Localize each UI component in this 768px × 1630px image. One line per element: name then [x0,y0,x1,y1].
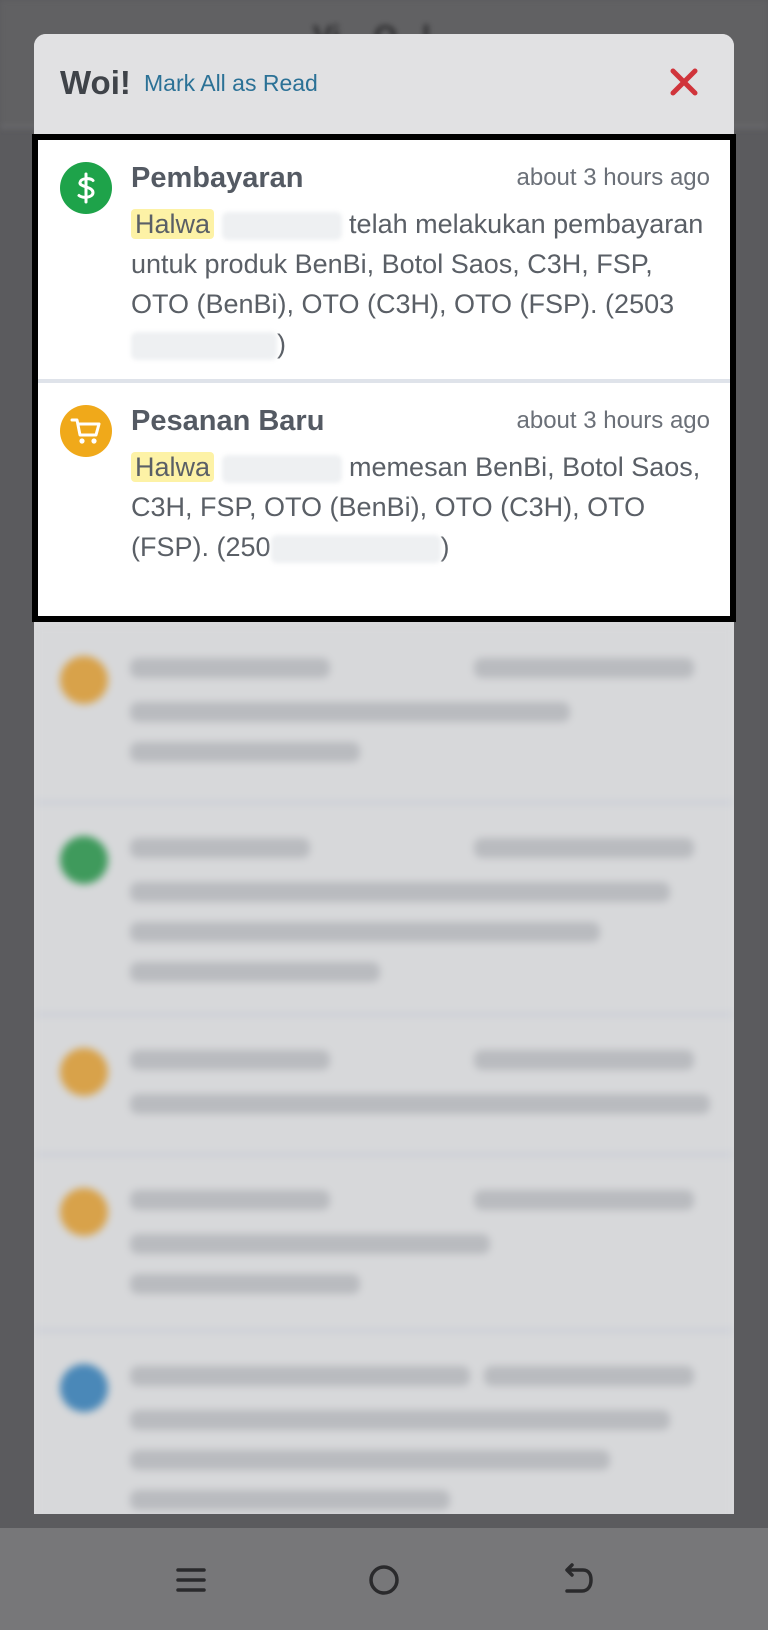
modal-title: Woi! [60,64,131,101]
customer-name-highlight: Halwa [131,209,215,239]
back-button[interactable] [555,1558,599,1602]
highlighted-notifications: Pembayaran about 3 hours ago Halwa telah… [32,134,736,622]
notification-item-new-order[interactable]: Pesanan Baru about 3 hours ago Halwa mem… [38,383,730,616]
list-item[interactable] [34,1016,734,1156]
recent-apps-button[interactable] [170,1558,214,1602]
redacted-name [221,454,342,483]
cart-icon [60,1188,108,1236]
notification-text-end: ) [440,532,450,562]
notification-body: Halwa memesan BenBi, Botol Saos, C3H, FS… [131,447,711,567]
notification-text: telah melakukan pembayaran untuk produk … [131,209,704,319]
system-navigation-bar [0,1528,768,1630]
blurred-notification-list [34,624,734,1514]
back-icon [565,1563,593,1593]
home-circle-icon [369,1565,399,1595]
list-item[interactable] [34,624,734,804]
list-item[interactable] [34,804,734,1016]
dollar-icon [60,162,112,214]
modal-header: Woi! Mark All as Read [34,34,734,134]
redacted-order-id [270,534,441,563]
notification-time: about 3 hours ago [516,164,711,191]
cart-icon [60,405,112,457]
cart-icon [60,1048,108,1096]
notification-title: Pesanan Baru [131,405,325,437]
notification-title: Pembayaran [131,162,304,194]
customer-name-highlight: Halwa [131,452,215,482]
notification-body: Halwa telah melakukan pembayaran untuk p… [131,204,711,364]
mark-all-read-link[interactable]: Mark All as Read [144,70,318,97]
home-button[interactable] [362,1558,406,1602]
list-item[interactable] [34,1156,734,1332]
close-button[interactable] [664,62,704,102]
dollar-icon [60,836,108,884]
menu-icon [176,1568,206,1592]
notification-text-end: ) [277,329,286,359]
list-item[interactable] [34,1332,734,1514]
close-icon [670,68,698,96]
redacted-order-id [131,331,277,360]
redacted-name [221,211,342,240]
notification-item-payment[interactable]: Pembayaran about 3 hours ago Halwa telah… [38,140,730,383]
cart-icon [60,656,108,704]
info-icon [60,1364,108,1412]
notification-time: about 3 hours ago [516,407,711,434]
